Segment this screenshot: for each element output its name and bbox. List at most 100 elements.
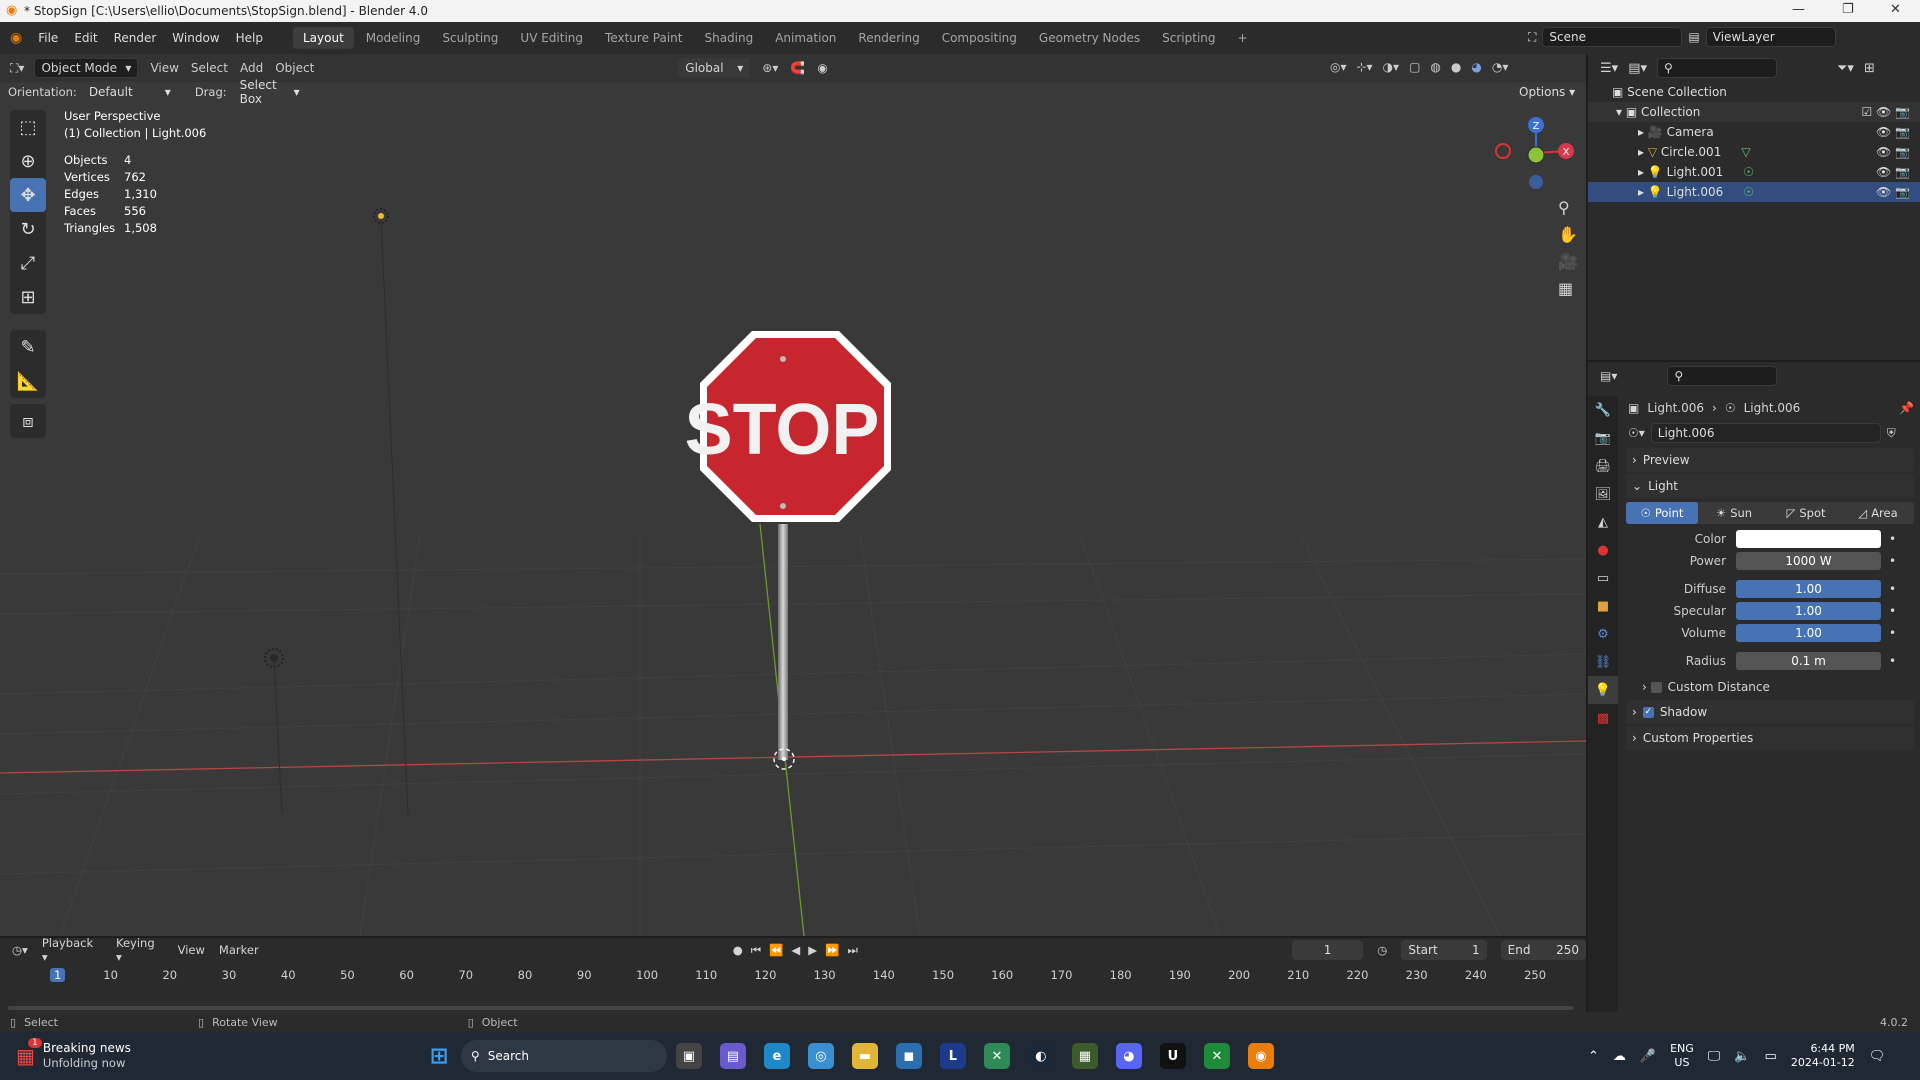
tab-compositing[interactable]: Compositing (932, 27, 1027, 49)
xbox-icon[interactable]: ✕ (983, 1043, 1010, 1069)
editor-type-icon[interactable]: ☰▾ (1600, 61, 1618, 76)
play-reverse-icon[interactable]: ◀ (791, 943, 800, 957)
menu-marker[interactable]: Marker (219, 943, 259, 957)
display-mode-icon[interactable]: ▤▾ (1628, 61, 1647, 76)
cloud-icon[interactable]: ☁ (1613, 1049, 1626, 1064)
preview-range-icon[interactable]: ◷ (1377, 943, 1387, 957)
tab-texture-paint[interactable]: Texture Paint (595, 27, 692, 49)
camera-view-icon[interactable]: 🎥 (1558, 252, 1578, 271)
render-tab-icon[interactable]: 📷 (1588, 424, 1618, 452)
overlay-toggle-icon[interactable]: ◑▾ (1383, 60, 1400, 74)
menu-view[interactable]: View (178, 943, 205, 957)
panel-shadow[interactable]: › ✓ Shadow (1626, 700, 1914, 724)
battery-icon[interactable]: ▭ (1765, 1049, 1777, 1064)
add-cube-icon[interactable]: ⧈ (10, 404, 46, 438)
view-layer-field[interactable]: ViewLayer (1705, 27, 1836, 47)
chevron-up-icon[interactable]: ⌃ (1588, 1049, 1599, 1064)
panel-custom-properties[interactable]: › Custom Properties (1626, 726, 1914, 750)
teams-icon[interactable]: ▤ (719, 1043, 746, 1069)
menu-render[interactable]: Render (114, 31, 157, 45)
constraint-tab-icon[interactable]: ⛓ (1588, 648, 1618, 676)
outliner-item-light006[interactable]: ▸ 💡 Light.006 ☉ 👁 📷 (1588, 182, 1920, 202)
menu-edit[interactable]: Edit (74, 31, 97, 45)
news-widget[interactable]: ▦ 1 Breaking news Unfolding now (16, 1038, 131, 1071)
material-shading-icon[interactable]: ◕ (1471, 60, 1481, 74)
cursor-icon[interactable]: ⊕ (10, 144, 46, 178)
editor-type-icon[interactable]: ◷▾ (12, 943, 28, 957)
light-type-point[interactable]: ☉ Point (1626, 502, 1698, 524)
outliner-item-circle[interactable]: ▸ ▽ Circle.001 ▽ 👁 📷 (1588, 142, 1920, 162)
minecraft-icon[interactable]: ▦ (1071, 1043, 1098, 1069)
menu-file[interactable]: File (38, 31, 58, 45)
view-layer-tab-icon[interactable]: 🖼 (1588, 480, 1618, 508)
outliner-search-input[interactable]: ⚲ (1657, 58, 1777, 78)
menu-keying[interactable]: Keying ▾ (116, 936, 164, 964)
wireframe-shading-icon[interactable]: ◍ (1430, 60, 1440, 74)
volume-slider[interactable]: 1.00 (1736, 624, 1881, 642)
light-type-area[interactable]: ◿ Area (1842, 502, 1914, 524)
specular-slider[interactable]: 1.00 (1736, 602, 1881, 620)
maximize-icon[interactable]: ❐ (1842, 2, 1854, 17)
move-icon[interactable]: ✥ (10, 178, 46, 212)
transform-orientation-dropdown[interactable]: Global ▾ (678, 58, 751, 78)
xbox-app-icon[interactable]: ✕ (1203, 1043, 1230, 1069)
end-frame-field[interactable]: End 250 (1500, 940, 1586, 960)
menu-add[interactable]: Add (240, 61, 263, 75)
rotate-icon[interactable]: ↻ (10, 212, 46, 246)
taskbar-search[interactable]: ⚲ Search (460, 1040, 667, 1072)
editor-type-icon[interactable]: ⛶▾ (10, 61, 24, 76)
blender-taskbar-icon[interactable]: ◉ (1247, 1043, 1274, 1069)
xray-icon[interactable]: ▢ (1409, 60, 1420, 74)
tab-animation[interactable]: Animation (765, 27, 846, 49)
tab-layout[interactable]: Layout (292, 27, 354, 49)
unreal-icon[interactable]: U (1159, 1043, 1186, 1069)
3d-viewport[interactable]: STOP Z X ⚲ ✋ 🎥 ▦ User Perspective (1) Co… (0, 54, 1586, 936)
tab-uv-editing[interactable]: UV Editing (510, 27, 593, 49)
chrome-icon[interactable]: ◎ (807, 1043, 834, 1069)
editor-type-icon[interactable]: ▤▾ (1600, 369, 1617, 383)
display-icon[interactable]: 🖵 (1708, 1049, 1721, 1064)
measure-icon[interactable]: 📐 (10, 364, 46, 398)
gizmo-toggle-icon[interactable]: ⊹▾ (1357, 60, 1373, 74)
navigation-gizmo[interactable]: Z X (1495, 117, 1574, 189)
object-tab-icon[interactable]: ■ (1588, 592, 1618, 620)
outliner-collection[interactable]: ▾ ▣ Collection ☑ 👁 📷 (1588, 102, 1920, 122)
steam-icon[interactable]: ◐ (1027, 1043, 1054, 1069)
diffuse-slider[interactable]: 1.00 (1736, 580, 1881, 598)
menu-help[interactable]: Help (236, 31, 263, 45)
panel-preview[interactable]: › Preview (1626, 448, 1914, 472)
mic-icon[interactable]: 🎤 (1640, 1049, 1656, 1064)
tab-sculpting[interactable]: Sculpting (432, 27, 508, 49)
next-keyframe-icon[interactable]: ⏩ (825, 943, 839, 957)
blender-menu-icon[interactable]: ◉ (10, 30, 22, 46)
menu-window[interactable]: Window (172, 31, 219, 45)
radius-field[interactable]: 0.1 m (1736, 652, 1881, 670)
world-tab-icon[interactable]: ● (1588, 536, 1618, 564)
output-tab-icon[interactable]: 🖨 (1588, 452, 1618, 480)
drag-dropdown[interactable]: Select Box ▾ (232, 78, 307, 106)
panel-light[interactable]: ⌄ Light (1626, 474, 1914, 498)
view-layer-icon[interactable]: ▤ (1688, 30, 1699, 44)
jump-start-icon[interactable]: ⏮ (751, 943, 761, 958)
texture-tab-icon[interactable]: ▩ (1588, 704, 1618, 732)
proportional-edit-icon[interactable]: ◉ (817, 61, 827, 75)
play-icon[interactable]: ▶ (808, 943, 817, 957)
snap-icon[interactable]: 🧲 (790, 61, 805, 75)
outliner-item-camera[interactable]: ▸ 🎥 Camera 👁 📷 (1588, 122, 1920, 142)
clock[interactable]: 6:44 PM 2024-01-12 (1791, 1042, 1855, 1070)
solid-shading-icon[interactable]: ● (1451, 60, 1461, 74)
new-collection-icon[interactable]: ⊞ (1864, 61, 1875, 76)
light-type-sun[interactable]: ☀ Sun (1698, 502, 1770, 524)
pan-hand-icon[interactable]: ✋ (1558, 225, 1578, 244)
options-dropdown[interactable]: Options ▾ (1512, 82, 1583, 102)
sign-pole[interactable] (778, 524, 788, 760)
orientation-dropdown[interactable]: Default ▾ (83, 82, 177, 102)
store-icon[interactable]: ◼ (895, 1043, 922, 1069)
mode-dropdown[interactable]: Object Mode ▾ (34, 58, 139, 78)
scene-field[interactable]: Scene (1542, 27, 1683, 47)
tab-scripting[interactable]: Scripting (1152, 27, 1225, 49)
modifier-tab-icon[interactable]: ⚙ (1588, 620, 1618, 648)
tab-shading[interactable]: Shading (694, 27, 763, 49)
custom-distance-checkbox[interactable] (1650, 681, 1662, 693)
menu-object[interactable]: Object (275, 61, 314, 75)
